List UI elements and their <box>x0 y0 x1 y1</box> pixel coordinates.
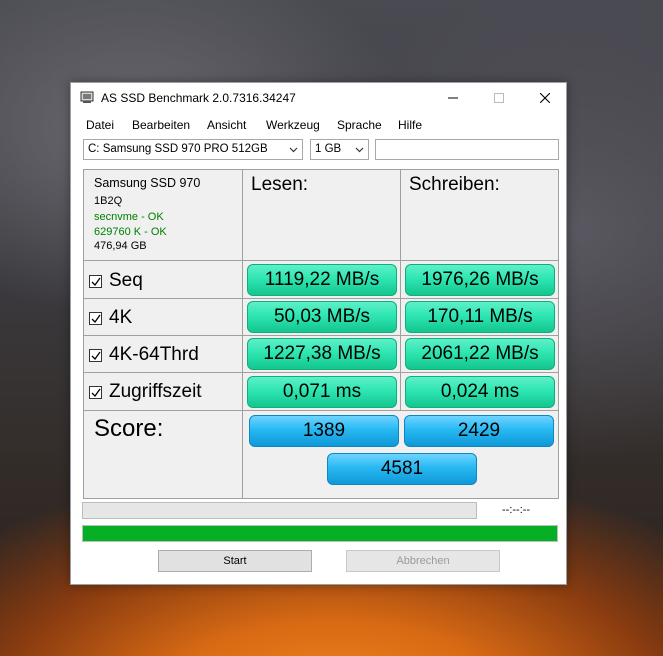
menu-hilfe[interactable]: Hilfe <box>398 118 422 132</box>
row-label-text: 4K-64Thrd <box>109 344 199 365</box>
checkbox-checked-icon[interactable] <box>89 348 102 362</box>
drive-select[interactable]: C: Samsung SSD 970 PRO 512GB <box>83 139 303 160</box>
close-button[interactable] <box>522 83 568 113</box>
write-header: Schreiben: <box>409 174 500 195</box>
row-seq-label-cell: Seq <box>83 260 243 299</box>
menu-bar: Datei Bearbeiten Ansicht Werkzeug Sprach… <box>71 114 566 134</box>
drive-info-panel: Samsung SSD 970 1B2Q secnvme - OK 629760… <box>83 169 243 261</box>
alignment-status: 629760 K - OK <box>94 226 167 238</box>
app-window: AS SSD Benchmark 2.0.7316.34247 Datei Be… <box>70 82 567 585</box>
overall-progress-bar <box>82 525 558 542</box>
row-label-text: Zugriffszeit <box>109 381 202 402</box>
row-4k-label[interactable]: 4K <box>89 307 132 329</box>
checkbox-checked-icon[interactable] <box>89 274 102 288</box>
row-seq-write-cell: 1976,26 MB/s <box>400 260 559 299</box>
checkbox-checked-icon[interactable] <box>89 385 102 399</box>
minimize-icon <box>448 97 458 99</box>
menu-bearbeiten[interactable]: Bearbeiten <box>132 118 190 132</box>
current-progress-bar <box>82 502 477 519</box>
read-header-cell: Lesen: <box>242 169 401 261</box>
row-4k64-read-cell: 1227,38 MB/s <box>242 335 401 373</box>
read-header: Lesen: <box>251 174 309 195</box>
row-4k64-write-cell: 2061,22 MB/s <box>400 335 559 373</box>
row-4k-write-cell: 170,11 MB/s <box>400 298 559 336</box>
row-seq-read-cell: 1119,22 MB/s <box>242 260 401 299</box>
score-write: 2429 <box>404 415 554 447</box>
score-read: 1389 <box>249 415 399 447</box>
row-seq-label[interactable]: Seq <box>89 270 143 292</box>
menu-werkzeug[interactable]: Werkzeug <box>266 118 320 132</box>
chevron-down-icon <box>289 147 298 153</box>
elapsed-time: --:--:-- <box>502 504 531 516</box>
menu-ansicht[interactable]: Ansicht <box>207 118 246 132</box>
start-button[interactable]: Start <box>158 550 312 572</box>
row-access-label-cell: Zugriffszeit <box>83 372 243 411</box>
row-access-write-cell: 0,024 ms <box>400 372 559 411</box>
chevron-down-icon <box>355 147 364 153</box>
score-label-cell: Score: <box>83 410 243 499</box>
size-select[interactable]: 1 GB <box>310 139 369 160</box>
text-input[interactable] <box>375 139 559 160</box>
row-label-text: Seq <box>109 270 143 291</box>
4k64-read-result: 1227,38 MB/s <box>247 338 397 370</box>
drive-capacity: 476,94 GB <box>94 240 147 252</box>
driver-status: secnvme - OK <box>94 211 164 223</box>
seq-read-result: 1119,22 MB/s <box>247 264 397 296</box>
title-bar[interactable]: AS SSD Benchmark 2.0.7316.34247 <box>71 83 566 113</box>
app-icon <box>80 91 94 103</box>
size-select-value: 1 GB <box>315 143 342 155</box>
row-4k64-label[interactable]: 4K-64Thrd <box>89 344 199 366</box>
maximize-button[interactable] <box>476 83 522 113</box>
menu-sprache[interactable]: Sprache <box>337 118 382 132</box>
row-label-text: 4K <box>109 307 133 328</box>
4k64-write-result: 2061,22 MB/s <box>405 338 555 370</box>
seq-write-result: 1976,26 MB/s <box>405 264 555 296</box>
4k-write-result: 170,11 MB/s <box>405 301 555 333</box>
row-4k64-label-cell: 4K-64Thrd <box>83 335 243 373</box>
cancel-button[interactable]: Abbrechen <box>346 550 500 572</box>
checkbox-checked-icon[interactable] <box>89 311 102 325</box>
close-icon <box>540 93 550 103</box>
write-header-cell: Schreiben: <box>400 169 559 261</box>
score-total: 4581 <box>327 453 477 485</box>
window-title: AS SSD Benchmark 2.0.7316.34247 <box>101 91 296 105</box>
score-label: Score: <box>94 415 164 442</box>
access-read-result: 0,071 ms <box>247 376 397 408</box>
minimize-button[interactable] <box>430 83 476 113</box>
drive-firmware: 1B2Q <box>94 195 123 207</box>
row-4k-label-cell: 4K <box>83 298 243 336</box>
drive-model: Samsung SSD 970 <box>94 176 201 190</box>
results-grid: Samsung SSD 970 1B2Q secnvme - OK 629760… <box>83 169 559 499</box>
access-write-result: 0,024 ms <box>405 376 555 408</box>
4k-read-result: 50,03 MB/s <box>247 301 397 333</box>
menu-datei[interactable]: Datei <box>86 118 114 132</box>
overall-progress-fill <box>83 526 557 541</box>
row-4k-read-cell: 50,03 MB/s <box>242 298 401 336</box>
row-access-label[interactable]: Zugriffszeit <box>89 381 202 403</box>
toolbar: C: Samsung SSD 970 PRO 512GB 1 GB <box>71 139 566 163</box>
drive-select-value: C: Samsung SSD 970 PRO 512GB <box>88 143 268 155</box>
score-values-cell: 1389 2429 4581 <box>242 410 559 499</box>
maximize-icon <box>494 93 504 103</box>
row-access-read-cell: 0,071 ms <box>242 372 401 411</box>
